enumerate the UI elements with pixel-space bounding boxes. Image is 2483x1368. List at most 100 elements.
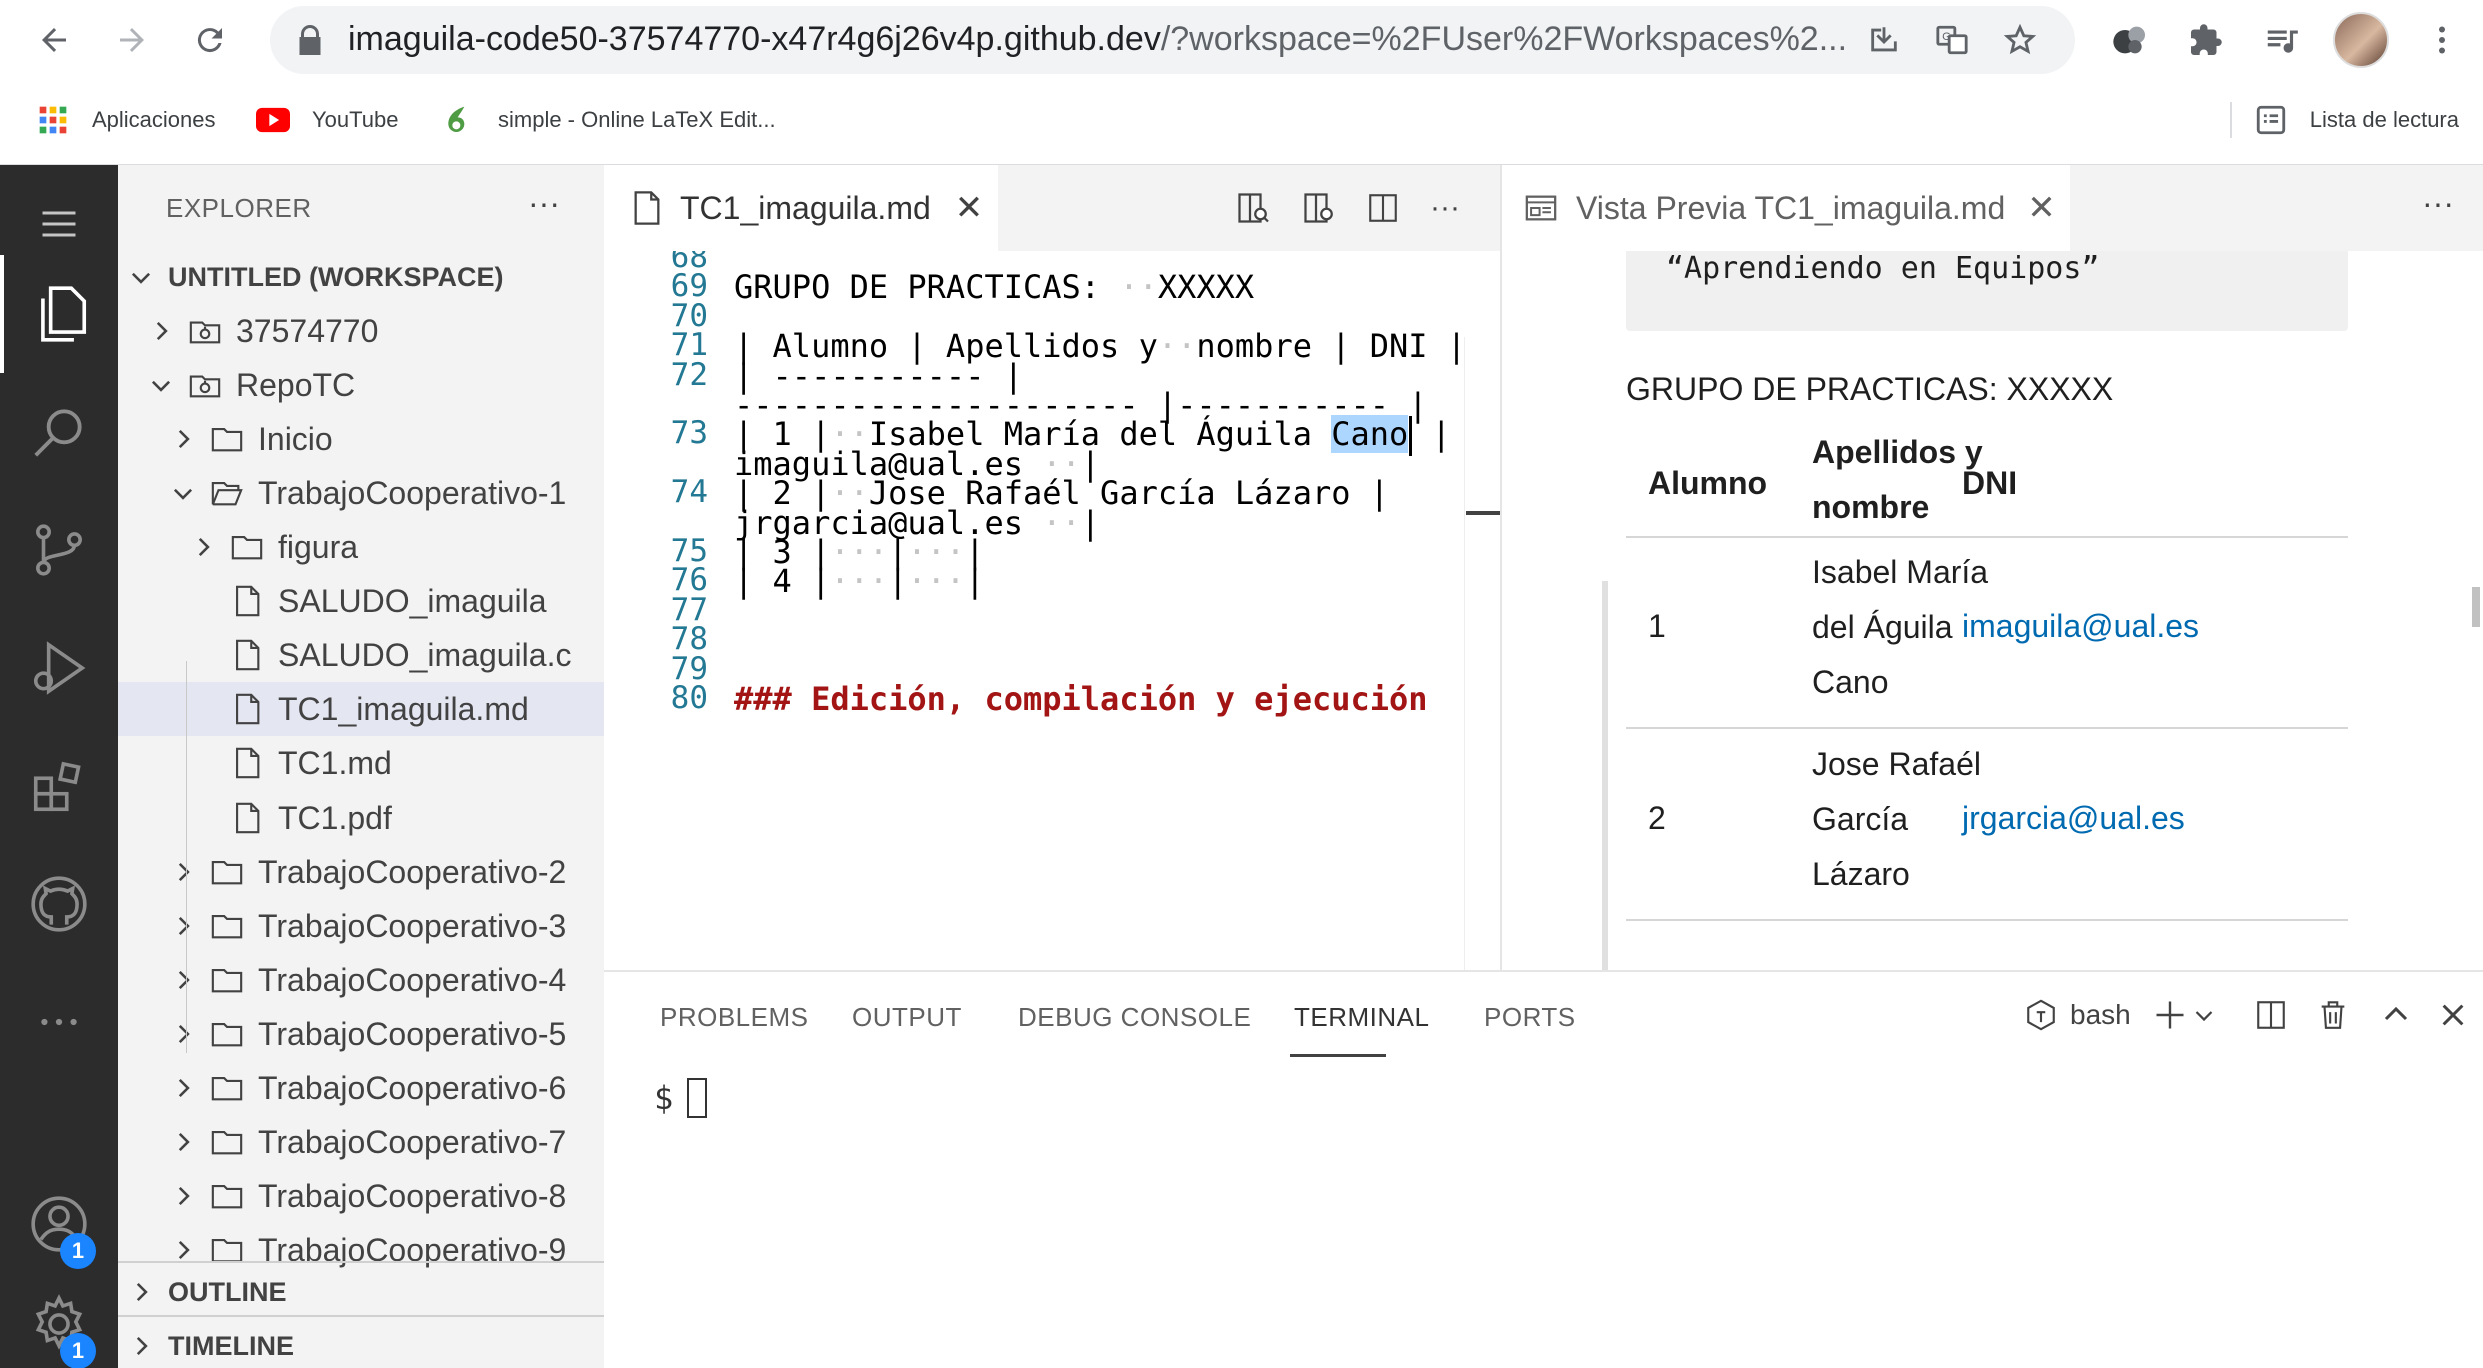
group-text: GRUPO DE PRACTICAS: XXXXX (1626, 371, 2114, 407)
kill-terminal-button[interactable] (2316, 994, 2350, 1036)
tree-item[interactable]: Inicio (118, 412, 604, 466)
preview-scrollbar[interactable] (2472, 587, 2480, 627)
explorer-more-button[interactable]: ··· (528, 185, 560, 222)
chevron-right-icon (178, 862, 190, 882)
open-preview-icon[interactable] (1232, 187, 1274, 229)
activity-explorer[interactable] (0, 255, 118, 373)
activity-settings[interactable]: 1 (0, 1265, 118, 1368)
chevron-right-icon (198, 537, 210, 557)
tree-item-label: 37574770 (236, 312, 379, 349)
tree-item[interactable]: TC1.md (118, 736, 604, 790)
tree-item[interactable]: TrabajoCooperativo-6 (118, 1061, 604, 1115)
file-icon (236, 693, 260, 725)
close-panel-button[interactable] (2438, 994, 2468, 1036)
maximize-panel-button[interactable] (2380, 994, 2412, 1036)
url-text: imaguila-code50-37574770-x47r4g6j26v4p.g… (348, 20, 1848, 58)
preview-side-icon[interactable] (1298, 187, 1340, 229)
chevron-right-icon (178, 1240, 190, 1260)
extension-icon[interactable] (2102, 12, 2158, 68)
activity-more[interactable] (0, 963, 118, 1081)
tree-item[interactable]: TC1.pdf (118, 791, 604, 845)
tree-item[interactable]: SALUDO_imaguila.c (118, 628, 604, 682)
tree-item[interactable]: TrabajoCooperativo-5 (118, 1007, 604, 1061)
tab-terminal[interactable]: TERMINAL (1294, 1002, 1429, 1033)
file-icon (236, 802, 260, 834)
tree-item[interactable]: TrabajoCooperativo-2 (118, 845, 604, 899)
bookmark-star-icon[interactable] (1998, 18, 2042, 62)
activity-search[interactable] (0, 373, 118, 491)
tab-close-button[interactable]: ✕ (2027, 188, 2056, 228)
forward-arrow-icon (120, 28, 144, 52)
bookmark-apps[interactable]: Aplicaciones (36, 100, 216, 140)
table-row-rule (1626, 919, 2348, 921)
tree-item[interactable]: 37574770 (118, 304, 604, 358)
text-selection: Cano (1331, 415, 1409, 453)
chevron-right-icon (178, 1132, 190, 1152)
install-app-icon[interactable] (1862, 18, 1906, 62)
settings-badge: 1 (60, 1333, 96, 1368)
puzzle-icon[interactable] (2178, 12, 2234, 68)
address-bar[interactable]: imaguila-code50-37574770-x47r4g6j26v4p.g… (270, 6, 2075, 74)
tab-close-button[interactable]: ✕ (955, 188, 984, 228)
browser-menu-icon[interactable] (2414, 12, 2470, 68)
editor-more-button[interactable]: ··· (1424, 187, 1466, 229)
reload-icon (197, 28, 222, 53)
code-line: ### Edición, compilación y ejecución (734, 680, 1428, 718)
table-cell-email-link[interactable]: jrgarcia@ual.es (1962, 791, 2185, 846)
reload-button[interactable] (182, 12, 238, 68)
workspace-section[interactable]: UNTITLED (WORKSPACE) (118, 250, 604, 304)
tab-ports[interactable]: PORTS (1484, 1002, 1576, 1033)
activity-run-debug[interactable] (0, 609, 118, 727)
activity-github[interactable] (0, 845, 118, 963)
hamburger-icon (42, 211, 76, 237)
tree-item[interactable]: RepoTC (118, 358, 604, 412)
activity-source-control[interactable] (0, 491, 118, 609)
table-cell-name: Lázaro (1812, 856, 1910, 892)
bookmark-overleaf[interactable]: simple - Online LaTeX Edit... (442, 100, 776, 140)
tab-debug-console[interactable]: DEBUG CONSOLE (1018, 1002, 1251, 1033)
tree-item[interactable]: TrabajoCooperativo-8 (118, 1169, 604, 1223)
tree-item[interactable]: TrabajoCooperativo-3 (118, 899, 604, 953)
tree-item[interactable]: TrabajoCooperativo-1 (118, 466, 604, 520)
bookmarks-bar: Aplicaciones YouTube simple - Online LaT… (0, 92, 2483, 148)
indent-guide (186, 661, 187, 1053)
bookmark-youtube[interactable]: YouTube (256, 100, 398, 140)
split-terminal-button[interactable] (2254, 994, 2288, 1036)
svg-text:G: G (1942, 31, 1951, 43)
activity-extensions[interactable] (0, 727, 118, 845)
tab-tc1-imaguila[interactable]: TC1_imaguila.md ✕ (604, 165, 998, 251)
tree-item[interactable]: figura (118, 520, 604, 574)
translate-icon[interactable]: G (1930, 18, 1974, 62)
tree-item[interactable]: TrabajoCooperativo-7 (118, 1115, 604, 1169)
tab-label: TC1_imaguila.md (680, 189, 931, 226)
split-editor-icon[interactable] (1362, 187, 1404, 229)
tab-output[interactable]: OUTPUT (852, 1002, 962, 1033)
timeline-section[interactable]: TIMELINE (118, 1319, 604, 1368)
table-header-rule (1626, 536, 2348, 538)
forward-button[interactable] (104, 12, 160, 68)
terminal-prompt: $ (654, 1079, 674, 1117)
terminal[interactable]: $ (654, 1078, 708, 1118)
tree-item-label: TrabajoCooperativo-7 (258, 1123, 567, 1160)
outline-section[interactable]: OUTLINE (118, 1265, 604, 1319)
tab-problems[interactable]: PROBLEMS (660, 1002, 809, 1033)
tab-preview[interactable]: Vista Previa TC1_imaguila.md ✕ (1502, 165, 2070, 251)
preview-group: Vista Previa TC1_imaguila.md ✕ ··· “Apre… (1502, 165, 2483, 970)
github-icon (31, 876, 87, 932)
code-editor[interactable]: 68 69 GRUPO DE PRACTICAS: ··XXXXX 70 71 | Alu… (604, 251, 1500, 970)
back-button[interactable] (26, 12, 82, 68)
new-terminal-button[interactable] (2152, 994, 2216, 1036)
tree-item-label: TrabajoCooperativo-5 (258, 1015, 567, 1052)
media-queue-icon[interactable] (2254, 12, 2310, 68)
profile-avatar[interactable] (2333, 12, 2389, 68)
shell-label: bash (2070, 999, 2131, 1030)
terminal-shell-selector[interactable]: bash (2024, 994, 2131, 1036)
tree-item[interactable]: TrabajoCooperativo-4 (118, 953, 604, 1007)
tree-item[interactable]: TC1_imaguila.md (118, 682, 604, 736)
preview-more-button[interactable]: ··· (2422, 185, 2454, 222)
workspace-label: UNTITLED (WORKSPACE) (168, 261, 504, 292)
tree-item[interactable]: SALUDO_imaguila (118, 574, 604, 628)
reading-list-button[interactable]: Lista de lectura (2254, 100, 2459, 140)
table-cell-email-link[interactable]: imaguila@ual.es (1962, 599, 2199, 654)
